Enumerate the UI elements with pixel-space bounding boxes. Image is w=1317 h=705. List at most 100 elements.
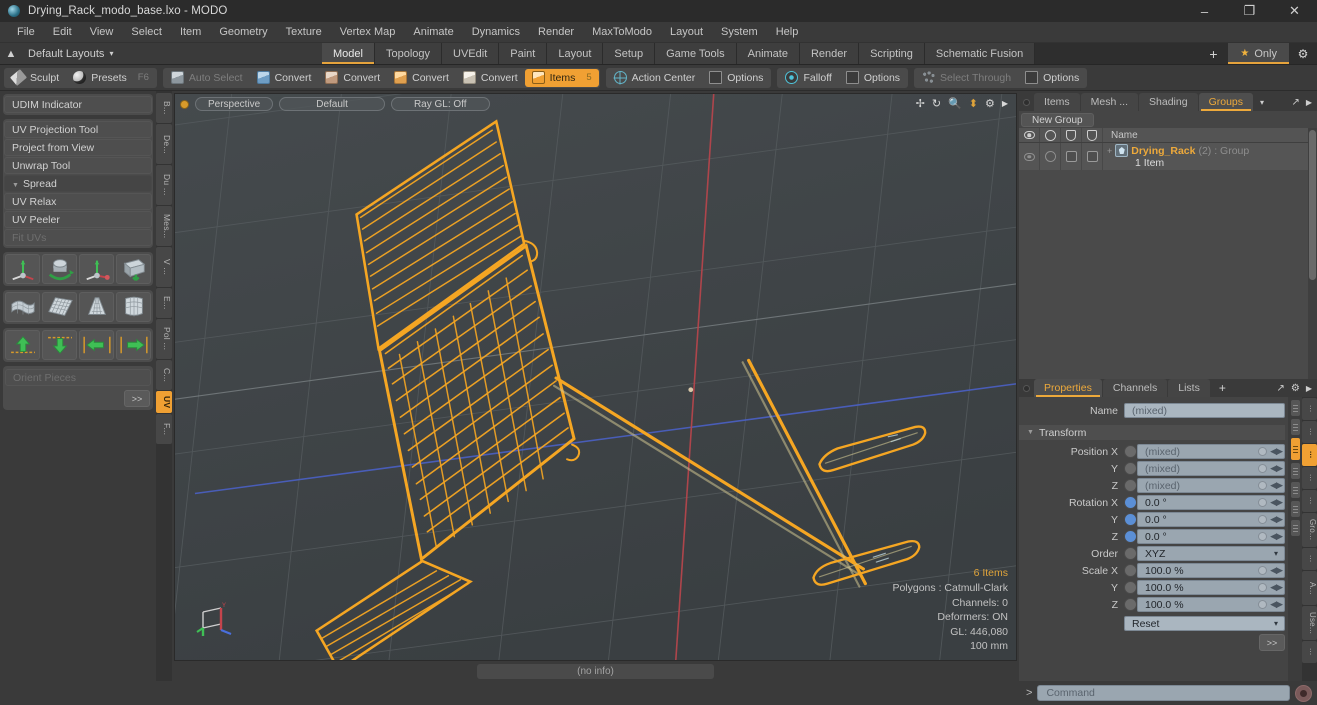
orient-pieces-row[interactable]: Orient Pieces [5,369,151,386]
viewport-menu-dot-icon[interactable] [180,99,189,109]
property-value-field[interactable]: 0.0 ° ◀▶ [1137,512,1285,527]
menu-item-edit[interactable]: Edit [44,22,81,43]
move-up-icon[interactable] [5,330,40,360]
property-radio-toggle[interactable] [1124,530,1137,543]
group-tree[interactable]: Name + Drying_Rack (2): Group 1 Item [1019,128,1317,379]
layout-tab-uvedit[interactable]: UVEdit [442,43,500,64]
menu-item-view[interactable]: View [81,22,123,43]
layout-tab-render[interactable]: Render [799,43,860,64]
property-radio-toggle[interactable] [1124,445,1137,458]
left-panel-row-unwrap-tool[interactable]: Unwrap Tool [4,157,152,174]
add-properties-tab-button[interactable]: + [1211,379,1234,397]
property-value-field[interactable]: XYZ ▾ [1137,546,1285,561]
left-vtab-4[interactable]: V ... [156,247,172,287]
menu-item-item[interactable]: Item [171,22,210,43]
3d-viewport[interactable]: Perspective Default Ray GL: Off ✢ ↻ 🔍 ⬍ … [174,93,1017,661]
toolbar-button-convert-2[interactable]: Convert [318,69,387,87]
property-anim-dot[interactable] [1258,481,1267,490]
layout-tab-schematic-fusion[interactable]: Schematic Fusion [924,43,1036,64]
right-vtab-6[interactable]: ... [1302,548,1317,570]
right-vtab-9[interactable]: ... [1302,641,1317,663]
viewport-raygl-button[interactable]: Ray GL: Off [390,97,490,111]
property-anim-dot[interactable] [1258,498,1267,507]
property-anim-dot[interactable] [1258,447,1267,456]
left-panel-row-spread[interactable]: ▼ Spread [4,175,152,192]
layout-caret-icon[interactable]: ▾ [109,49,113,58]
property-value-field[interactable]: (mixed) ◀▶ [1137,461,1285,476]
property-anim-dot[interactable] [1258,532,1267,541]
uv-projection-axis-icon[interactable] [5,254,40,284]
left-vtab-2[interactable]: Du ... [156,165,172,205]
menu-item-vertex-map[interactable]: Vertex Map [331,22,405,43]
properties-grip-4[interactable] [1290,482,1300,498]
properties-grip-5[interactable] [1290,501,1300,517]
menu-item-maxtomodo[interactable]: MaxToModo [583,22,661,43]
tab-items[interactable]: Items [1034,93,1080,111]
pan-icon[interactable]: ✢ [916,98,925,110]
toolbar-button-auto-select[interactable]: Auto Select [164,69,250,87]
expander-icon[interactable]: + [1107,146,1112,156]
command-input[interactable]: Command [1037,685,1290,701]
uv-relax-icon[interactable] [5,292,40,322]
property-value-field[interactable]: 0.0 ° ◀▶ [1137,495,1285,510]
properties-grip-1[interactable] [1290,419,1300,435]
properties-panel-menu-icon[interactable] [1019,379,1033,397]
left-vtab-5[interactable]: E... [156,288,172,318]
shield-alt-icon[interactable] [1082,128,1103,142]
default-layouts-label[interactable]: Default Layouts [22,48,104,60]
property-radio-toggle[interactable] [1124,547,1137,560]
uv-move-axis-icon[interactable] [79,254,114,284]
move-right-icon[interactable] [116,330,151,360]
property-stepper-arrows[interactable]: ◀▶ [1270,514,1283,525]
properties-grip-0[interactable] [1290,400,1300,416]
new-group-button[interactable]: New Group [1021,112,1094,127]
toolbar-button-sculpt[interactable]: Sculpt [5,69,66,87]
layout-tab-setup[interactable]: Setup [603,43,656,64]
property-radio-toggle[interactable] [1124,513,1137,526]
add-layout-tab-button[interactable]: + [1198,43,1229,64]
layout-tab-layout[interactable]: Layout [547,43,604,64]
left-panel-row-udim-indicator[interactable]: UDIM Indicator [4,96,152,113]
menu-item-texture[interactable]: Texture [277,22,331,43]
layout-tab-model[interactable]: Model [322,43,375,64]
arrow-right-icon[interactable]: ▶ [1306,98,1312,107]
uv-unwrap-icon[interactable] [116,254,151,284]
menu-item-file[interactable]: File [8,22,44,43]
right-vtab-1[interactable]: ... [1302,421,1317,443]
menu-item-animate[interactable]: Animate [404,22,462,43]
properties-grip-2[interactable] [1290,438,1300,460]
toolbar-button-options-1[interactable]: Options [702,69,770,87]
properties-grip-3[interactable] [1290,463,1300,479]
properties-more-button[interactable]: >> [1259,634,1285,651]
property-radio-toggle[interactable] [1124,564,1137,577]
gear-icon[interactable]: ⚙ [1289,43,1317,64]
property-anim-dot[interactable] [1258,583,1267,592]
toolbar-button-convert-3[interactable]: Convert [387,69,456,87]
left-panel-row-uv-projection-tool[interactable]: UV Projection Tool [4,121,152,138]
toolbar-button-select-through[interactable]: Select Through [915,69,1018,87]
rotate-icon[interactable]: ↻ [932,98,941,110]
property-anim-dot[interactable] [1258,464,1267,473]
arrow-right-icon[interactable]: ▶ [1306,384,1312,393]
property-anim-dot[interactable] [1258,566,1267,575]
tab-lists[interactable]: Lists [1168,379,1210,397]
layout-tab-game-tools[interactable]: Game Tools [655,43,737,64]
tab-groups[interactable]: Groups [1198,93,1254,111]
left-vtab-0[interactable]: B... [156,93,172,123]
menu-item-layout[interactable]: Layout [661,22,712,43]
left-panel-row-project-from-view[interactable]: Project from View [4,139,152,156]
close-button[interactable]: ✕ [1272,0,1317,22]
property-anim-dot[interactable] [1258,515,1267,524]
tab-properties[interactable]: Properties [1034,379,1102,397]
toolbar-button-items-5[interactable]: Items 5 [524,68,599,87]
right-vtab-5[interactable]: Gro... [1302,513,1317,547]
toolbar-button-falloff[interactable]: Falloff [778,69,838,87]
properties-grip-6[interactable] [1290,520,1300,536]
moon-icon[interactable] [1040,128,1061,142]
expand-icon[interactable]: ↗ [1291,97,1299,108]
property-radio-toggle[interactable] [1124,462,1137,475]
property-value-field[interactable]: (mixed) ◀▶ [1137,478,1285,493]
menu-item-help[interactable]: Help [767,22,808,43]
gear-icon[interactable]: ⚙ [1291,383,1300,394]
left-vtab-1[interactable]: De... [156,124,172,164]
